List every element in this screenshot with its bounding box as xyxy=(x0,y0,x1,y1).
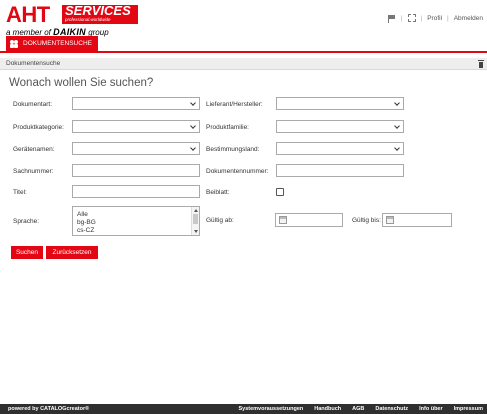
scroll-up-icon[interactable] xyxy=(194,209,198,212)
document-number-label: Dokumentennummer: xyxy=(206,168,269,175)
product-category-select[interactable] xyxy=(72,120,200,133)
logo-services-text: SERVICES xyxy=(65,3,131,18)
chevron-down-icon xyxy=(190,145,196,151)
search-button[interactable]: Suchen xyxy=(11,246,43,259)
item-number-input[interactable] xyxy=(72,164,200,177)
document-type-label: Dokumentart: xyxy=(13,101,53,108)
valid-from-label: Gültig ab: xyxy=(206,217,234,224)
destination-country-label: Bestimmungsland: xyxy=(206,146,260,153)
title-label: Titel: xyxy=(13,189,27,196)
language-option[interactable]: Alle xyxy=(77,211,88,218)
top-navigation: | | Profil | Abmelden xyxy=(387,14,483,23)
footer-link-privacy[interactable]: Datenschutz xyxy=(375,404,408,414)
footer-link-system-requirements[interactable]: Systemvoraussetzungen xyxy=(238,404,303,414)
people-icon xyxy=(10,39,19,48)
language-label: Sprache: xyxy=(13,218,40,225)
flag-icon[interactable] xyxy=(387,14,396,23)
page-title: Wonach wollen Sie suchen? xyxy=(9,77,154,89)
footer-link-about[interactable]: Info über xyxy=(419,404,443,414)
trash-icon[interactable] xyxy=(478,60,484,68)
calendar-icon[interactable] xyxy=(386,216,394,224)
footer-link-imprint[interactable]: Impressum xyxy=(454,404,483,414)
logo-aht-text: AHT xyxy=(6,2,50,27)
valid-from-input[interactable] xyxy=(275,213,343,227)
valid-to-label: Gültig bis: xyxy=(352,217,381,224)
fullscreen-icon[interactable] xyxy=(407,14,416,22)
scroll-down-icon[interactable] xyxy=(194,230,198,233)
destination-country-select[interactable] xyxy=(276,142,404,155)
footer-link-terms[interactable]: AGB xyxy=(352,404,364,414)
device-name-select[interactable] xyxy=(72,142,200,155)
supplier-label: Lieferant/Hersteller: xyxy=(206,101,263,108)
nav-separator: | xyxy=(400,14,403,22)
logout-link[interactable]: Abmelden xyxy=(454,15,483,22)
footer-link-manual[interactable]: Handbuch xyxy=(314,404,341,414)
scroll-thumb[interactable] xyxy=(193,214,198,224)
chevron-down-icon xyxy=(394,145,400,151)
nav-separator: | xyxy=(447,14,449,22)
item-number-label: Sachnummer: xyxy=(13,168,54,175)
supplement-checkbox[interactable] xyxy=(276,188,284,196)
chevron-down-icon xyxy=(190,123,196,129)
nav-separator: | xyxy=(420,14,423,22)
document-type-select[interactable] xyxy=(72,97,200,110)
powered-by-text: powered by CATALOGcreator® xyxy=(8,406,90,412)
footer: powered by CATALOGcreator® Systemvorauss… xyxy=(0,404,487,414)
chevron-down-icon xyxy=(190,100,196,106)
language-option[interactable]: cs-CZ xyxy=(77,227,94,234)
supplier-select[interactable] xyxy=(276,97,404,110)
document-number-input[interactable] xyxy=(276,164,404,177)
reset-button[interactable]: Zurücksetzen xyxy=(46,246,98,259)
product-family-select[interactable] xyxy=(276,120,404,133)
title-input[interactable] xyxy=(72,185,200,198)
device-name-label: Gerätenamen: xyxy=(13,146,55,153)
footer-links: Systemvoraussetzungen Handbuch AGB Daten… xyxy=(238,404,483,414)
language-listbox[interactable]: Alle bg-BG cs-CZ xyxy=(72,206,200,236)
chevron-down-icon xyxy=(394,100,400,106)
product-category-label: Produktkategorie: xyxy=(13,124,64,131)
calendar-icon[interactable] xyxy=(279,216,287,224)
listbox-scrollbar[interactable] xyxy=(191,207,199,235)
aht-services-logo[interactable]: AHT SERVICES professional.worldwide a me… xyxy=(6,2,176,37)
supplement-label: Beiblatt: xyxy=(206,189,230,196)
logo-services-block: SERVICES professional.worldwide xyxy=(62,3,138,24)
chevron-down-icon xyxy=(394,123,400,129)
breadcrumb: Dokumentensuche xyxy=(0,58,487,70)
profile-link[interactable]: Profil xyxy=(427,15,442,22)
breadcrumb-label: Dokumentensuche xyxy=(6,60,61,67)
tab-label: DOKUMENTENSUCHE xyxy=(23,40,92,47)
product-family-label: Produktfamilie: xyxy=(206,124,249,131)
language-option[interactable]: bg-BG xyxy=(77,219,96,226)
valid-to-input[interactable] xyxy=(382,213,452,227)
tab-bar: DOKUMENTENSUCHE xyxy=(0,36,487,53)
tab-dokumentensuche[interactable]: DOKUMENTENSUCHE xyxy=(6,36,98,51)
